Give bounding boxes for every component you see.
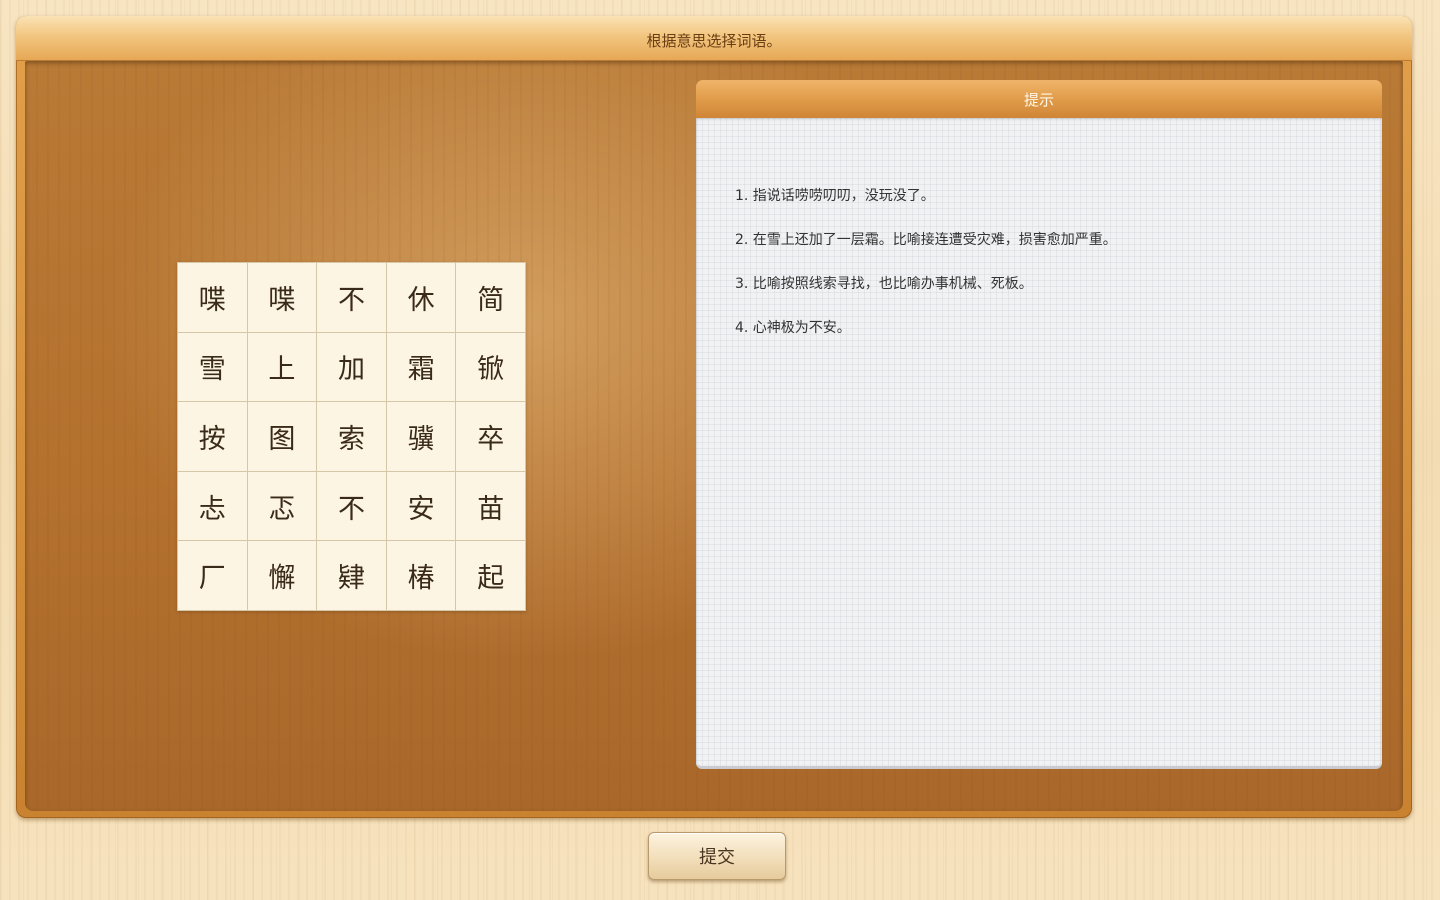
grid-cell[interactable]: 锨	[456, 332, 525, 402]
grid-cell[interactable]: 安	[386, 471, 456, 541]
hint-item: 3. 比喻按照线索寻找，也比喻办事机械、死板。	[735, 276, 1033, 292]
grid-cell[interactable]: 起	[456, 541, 525, 610]
grid-cell[interactable]: 忑	[247, 471, 317, 541]
grid-cell[interactable]: 椿	[386, 541, 456, 610]
grid-cell[interactable]: 肄	[317, 541, 386, 610]
grid-cell[interactable]: 喋	[178, 263, 247, 332]
grid-cell[interactable]: 喋	[247, 263, 317, 332]
hint-panel: 提示 1. 指说话唠唠叨叨，没玩没了。 2. 在雪上还加了一层霜。比喻接连遭受灾…	[696, 80, 1382, 769]
game-board: 根据意思选择词语。 喋 喋 不 休 简 雪 上 加 霜 锨 按 图 索 骥 卒 …	[16, 16, 1412, 818]
hint-item: 4. 心神极为不安。	[735, 320, 851, 336]
grid-cell[interactable]: 上	[247, 332, 317, 402]
grid-cell[interactable]: 不	[317, 471, 386, 541]
hint-item: 2. 在雪上还加了一层霜。比喻接连遭受灾难，损害愈加严重。	[735, 232, 1117, 248]
grid-cell[interactable]: 索	[317, 402, 386, 471]
character-grid: 喋 喋 不 休 简 雪 上 加 霜 锨 按 图 索 骥 卒 忐 忑 不 安 苗 …	[177, 262, 526, 611]
grid-cell[interactable]: 休	[386, 263, 456, 332]
grid-cell[interactable]: 按	[178, 402, 247, 471]
grid-cell[interactable]: 简	[456, 263, 525, 332]
grid-cell[interactable]: 霜	[386, 332, 456, 402]
instruction-title: 根据意思选择词语。	[16, 16, 1412, 61]
hint-list: 1. 指说话唠唠叨叨，没玩没了。 2. 在雪上还加了一层霜。比喻接连遭受灾难，损…	[735, 186, 1117, 362]
hint-panel-body: 1. 指说话唠唠叨叨，没玩没了。 2. 在雪上还加了一层霜。比喻接连遭受灾难，损…	[696, 118, 1382, 769]
hint-panel-title: 提示	[696, 80, 1382, 119]
grid-cell[interactable]: 苗	[456, 471, 525, 541]
grid-cell[interactable]: 懈	[247, 541, 317, 610]
submit-button[interactable]: 提交	[648, 832, 786, 880]
hint-item: 1. 指说话唠唠叨叨，没玩没了。	[735, 188, 935, 204]
board-surface: 喋 喋 不 休 简 雪 上 加 霜 锨 按 图 索 骥 卒 忐 忑 不 安 苗 …	[25, 61, 1403, 811]
grid-cell[interactable]: 雪	[178, 332, 247, 402]
grid-cell[interactable]: 忐	[178, 471, 247, 541]
grid-cell[interactable]: 图	[247, 402, 317, 471]
grid-cell[interactable]: 卒	[456, 402, 525, 471]
grid-cell[interactable]: 骥	[386, 402, 456, 471]
grid-cell[interactable]: 不	[317, 263, 386, 332]
grid-cell[interactable]: 加	[317, 332, 386, 402]
grid-cell[interactable]: 厂	[178, 541, 247, 610]
